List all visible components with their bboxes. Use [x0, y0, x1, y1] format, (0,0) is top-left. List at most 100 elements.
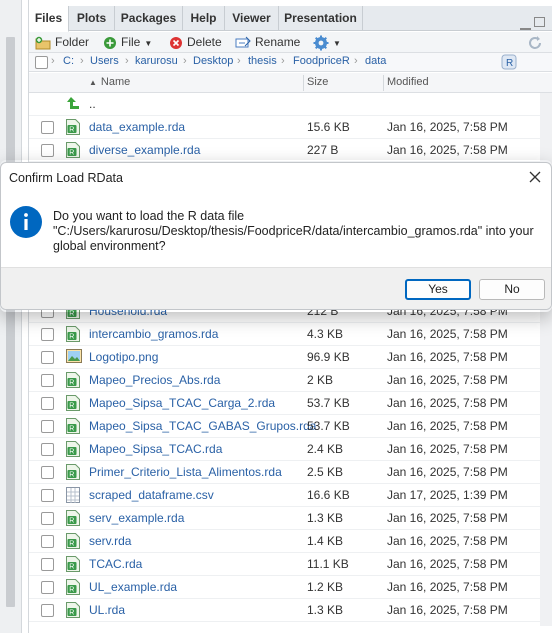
file-name-link[interactable]: Primer_Criterio_Lista_Alimentos.rda	[89, 465, 282, 479]
breadcrumb-thesis[interactable]: thesis	[248, 55, 277, 67]
file-row[interactable]: R TCAC.rda 11.1 KB Jan 16, 2025, 7:58 PM	[29, 553, 552, 576]
row-checkbox[interactable]	[41, 512, 54, 525]
yes-button[interactable]: Yes	[405, 279, 471, 300]
file-size: 53.7 KB	[307, 419, 350, 433]
row-checkbox[interactable]	[41, 535, 54, 548]
file-name-link[interactable]: intercambio_gramos.rda	[89, 327, 218, 341]
file-row[interactable]: Rdiverse_example.rda 227 B Jan 16, 2025, 7…	[29, 139, 552, 162]
file-size: 1.3 KB	[307, 603, 344, 617]
row-checkbox[interactable]	[41, 466, 54, 479]
breadcrumb-foodpricer[interactable]: FoodpriceR	[293, 55, 350, 67]
new-folder-button[interactable]: Folder	[35, 33, 89, 52]
file-row[interactable]: R Mapeo_Precios_Abs.rda 2 KB Jan 16, 2025, …	[29, 369, 552, 392]
pane-tabs: Files Plots Packages Help Viewer Present…	[29, 6, 552, 32]
file-name-link[interactable]: Mapeo_Sipsa_TCAC_GABAS_Grupos.rda	[89, 419, 316, 433]
file-row[interactable]: R Primer_Criterio_Lista_Alimentos.rda 2.5 …	[29, 461, 552, 484]
column-name-header[interactable]: ▲ Name	[89, 76, 130, 88]
file-name-link[interactable]: Mapeo_Precios_Abs.rda	[89, 373, 220, 387]
row-checkbox[interactable]	[41, 121, 54, 134]
file-name-link[interactable]: UL.rda	[89, 603, 125, 617]
breadcrumb-data[interactable]: data	[365, 55, 386, 67]
svg-text:R: R	[69, 127, 74, 134]
scrollbar-thumb[interactable]	[6, 37, 15, 607]
file-name-link[interactable]: Mapeo_Sipsa_TCAC_Carga_2.rda	[89, 396, 275, 410]
file-row[interactable]: R UL.rda 1.3 KB Jan 16, 2025, 7:58 PM	[29, 599, 552, 622]
row-checkbox[interactable]	[41, 420, 54, 433]
tab-plots[interactable]: Plots	[69, 6, 115, 31]
tab-packages[interactable]: Packages	[115, 6, 183, 31]
file-row[interactable]: R Mapeo_Sipsa_TCAC_GABAS_Grupos.rda 53.7 K…	[29, 415, 552, 438]
file-name-link[interactable]: diverse_example.rda	[89, 143, 200, 157]
row-checkbox[interactable]	[41, 443, 54, 456]
rename-button[interactable]: Rename	[235, 33, 300, 52]
breadcrumb-separator: ›	[354, 55, 358, 67]
refresh-button[interactable]	[527, 33, 543, 52]
tab-viewer[interactable]: Viewer	[225, 6, 279, 31]
left-pane-scrollbar[interactable]	[0, 0, 22, 633]
file-row[interactable]: scraped_dataframe.csv 16.6 KB Jan 17, 2025…	[29, 484, 552, 507]
no-button[interactable]: No	[479, 279, 545, 300]
file-row[interactable]: R UL_example.rda 1.2 KB Jan 16, 2025, 7:58 …	[29, 576, 552, 599]
column-size-header[interactable]: Size	[307, 76, 328, 88]
tab-presentation[interactable]: Presentation	[279, 6, 363, 31]
close-icon[interactable]	[523, 165, 547, 189]
breadcrumb-karurosu[interactable]: karurosu	[135, 55, 178, 67]
file-name-link[interactable]: Mapeo_Sipsa_TCAC.rda	[89, 442, 222, 456]
file-row[interactable]: Rserv_example.rda 1.3 KB Jan 16, 2025, 7:5…	[29, 507, 552, 530]
select-all-checkbox[interactable]	[35, 56, 48, 69]
svg-text:R: R	[69, 403, 74, 410]
row-checkbox[interactable]	[41, 374, 54, 387]
row-checkbox[interactable]	[41, 581, 54, 594]
row-checkbox[interactable]	[41, 144, 54, 157]
file-row[interactable]: Rdata_example.rda 15.6 KB Jan 16, 2025, 7:…	[29, 116, 552, 139]
row-checkbox[interactable]	[41, 328, 54, 341]
svg-text:R: R	[69, 541, 74, 548]
file-size: 2 KB	[307, 373, 334, 387]
tab-files[interactable]: Files	[29, 6, 69, 32]
breadcrumb-desktop[interactable]: Desktop	[193, 55, 233, 67]
file-row[interactable]: Rserv.rda 1.4 KB Jan 16, 2025, 7:58 PM	[29, 530, 552, 553]
breadcrumb-users[interactable]: Users	[90, 55, 119, 67]
delete-icon	[170, 36, 182, 49]
new-file-button[interactable]: File ▼	[103, 33, 152, 52]
parent-directory-row[interactable]: ..	[29, 93, 552, 116]
files-toolbar: Folder File ▼ Delete Rename ▼	[29, 32, 552, 53]
file-row[interactable]: R Mapeo_Sipsa_TCAC.rda 2.4 KB Jan 16, 2025,…	[29, 438, 552, 461]
file-row[interactable]: Rintercambio_gramos.rda 4.3 KB Jan 16, 202…	[29, 323, 552, 346]
file-size: 227 B	[307, 143, 339, 157]
file-name-link[interactable]: data_example.rda	[89, 120, 185, 134]
chevron-down-icon: ▼	[333, 39, 341, 48]
row-checkbox[interactable]	[41, 489, 54, 502]
rdata-icon: R	[66, 464, 80, 483]
file-name-link[interactable]: TCAC.rda	[89, 557, 142, 571]
tab-help[interactable]: Help	[183, 6, 225, 31]
file-row[interactable]: R Mapeo_Sipsa_TCAC_Carga_2.rda 53.7 KB Jan …	[29, 392, 552, 415]
csv-icon	[66, 487, 80, 506]
minimize-pane-icon[interactable]	[520, 26, 531, 30]
file-name-link[interactable]: scraped_dataframe.csv	[89, 488, 214, 502]
row-checkbox[interactable]	[41, 558, 54, 571]
file-name-link[interactable]: UL_example.rda	[89, 580, 177, 594]
more-gear-button[interactable]: ▼	[313, 33, 341, 52]
file-size: 11.1 KB	[307, 557, 349, 571]
r-project-icon[interactable]: R	[501, 54, 517, 70]
maximize-pane-icon[interactable]	[534, 17, 545, 27]
row-checkbox[interactable]	[41, 351, 54, 364]
file-name-link[interactable]: serv_example.rda	[89, 511, 184, 525]
file-name-link[interactable]: serv.rda	[89, 534, 131, 548]
row-checkbox[interactable]	[41, 604, 54, 617]
rdata-icon: R	[66, 326, 80, 345]
svg-text:R: R	[69, 380, 74, 387]
file-row[interactable]: Logotipo.png 96.9 KB Jan 16, 2025, 7:58 PM	[29, 346, 552, 369]
file-name-link[interactable]: Logotipo.png	[89, 350, 158, 364]
delete-button[interactable]: Delete	[169, 33, 222, 52]
breadcrumb-drive[interactable]: C:	[63, 55, 74, 67]
column-modified-header[interactable]: Modified	[387, 76, 429, 88]
file-list-header: ▲ Name Size Modified	[29, 73, 552, 93]
breadcrumb-separator: ›	[237, 55, 241, 67]
row-checkbox[interactable]	[41, 397, 54, 410]
dialog-message-line: "C:/Users/karurosu/Desktop/thesis/Foodpr…	[53, 224, 534, 238]
image-icon	[66, 349, 82, 366]
dialog-body: Do you want to load the R data file "C:/…	[1, 193, 551, 267]
file-size: 53.7 KB	[307, 396, 350, 410]
